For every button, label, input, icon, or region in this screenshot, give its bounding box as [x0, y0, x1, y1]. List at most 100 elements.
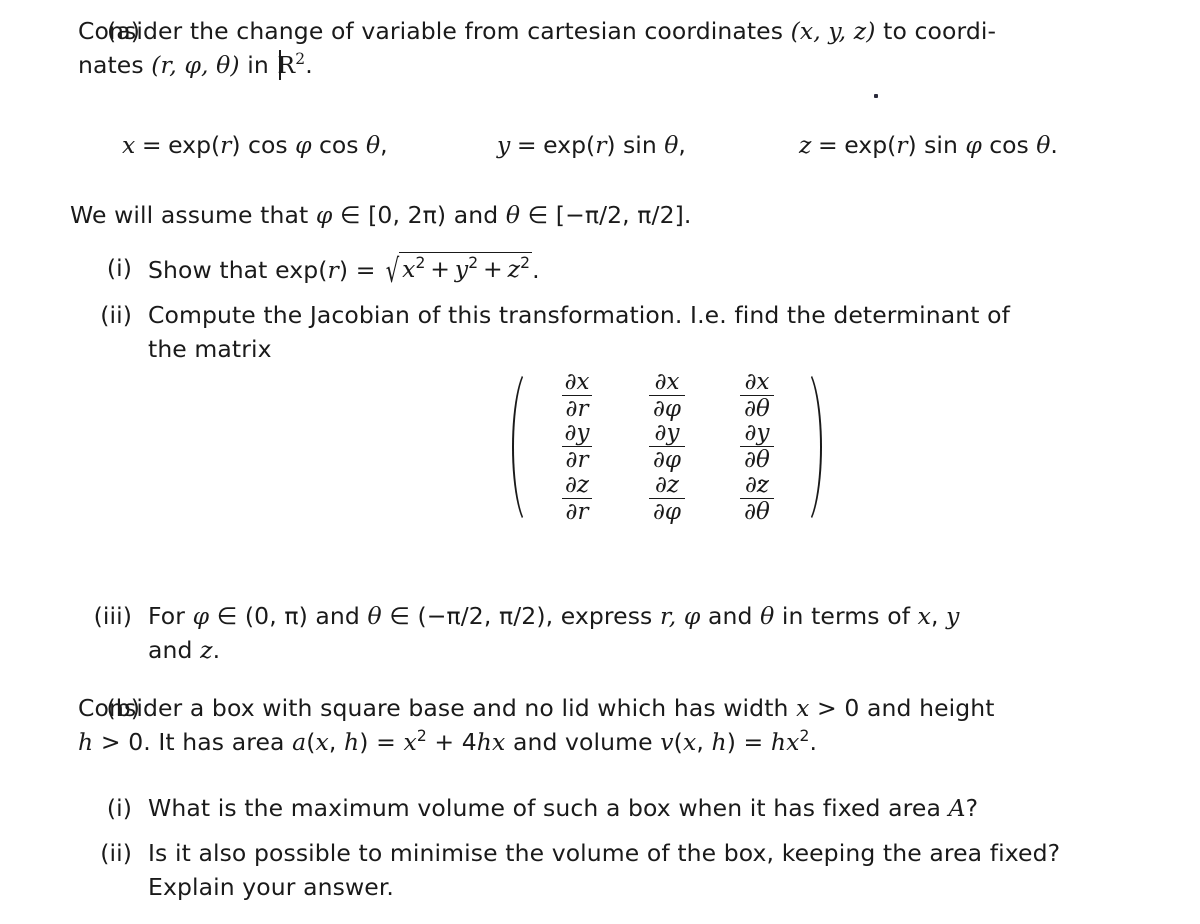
item-b-i: (i) What is the maximum volume of such a…	[107, 793, 1200, 824]
part-b-line-1: Consider a box with square base and no l…	[78, 694, 995, 722]
equation-x-lhs: x	[122, 131, 136, 159]
jacobian-matrix: ∂x ∂r ∂x ∂φ ∂x ∂θ ∂y ∂r ∂y ∂φ ∂y ∂θ ∂z ∂…	[506, 366, 828, 528]
part-a-marker: (a)	[106, 17, 140, 45]
matrix-cell-r3c2: ∂z ∂φ	[628, 471, 706, 524]
part-b-volume-formula: v(x, h) = hx2	[660, 726, 810, 756]
equation-y-equals: =	[516, 131, 537, 159]
item-a-i-var: r	[327, 256, 339, 284]
part-a-cartesian-coords: (x, y, z)	[790, 17, 876, 45]
item-a-ii-marker: (ii)	[100, 301, 132, 329]
document-page: (a) Consider the change of variable from…	[0, 0, 1200, 924]
part-b-area-formula: a(x, h) = x2 + 4hx	[292, 726, 506, 756]
item-a-iii-and: and	[307, 602, 368, 630]
matrix-cell-r2c2: ∂y ∂φ	[628, 420, 706, 473]
item-a-iii-and-2: and	[700, 602, 761, 630]
matrix-cell-r2c1-denominator: ∂r	[561, 446, 593, 473]
assumption-line: We will assume that φ ∈ [0, 2π) and θ ∈ …	[70, 200, 691, 231]
matrix-right-paren	[802, 366, 828, 528]
matrix-cell-r3c3-denominator: ∂θ	[740, 497, 774, 524]
matrix-cell-r2c2-denominator: ∂φ	[649, 446, 685, 473]
item-a-iii-line-1: For φ ∈ (0, π) and θ ∈ (−π/2, π/2), expr…	[148, 601, 1200, 632]
item-a-i-period: .	[532, 256, 540, 284]
assumption-and: and	[446, 201, 506, 229]
equation-x-equals: =	[141, 131, 162, 159]
item-b-ii-marker: (ii)	[100, 839, 132, 867]
part-a-intro-text-2: to coordi-	[875, 17, 997, 45]
assumption-in-1: ∈	[332, 201, 369, 229]
matrix-cell-r1c2: ∂x ∂φ	[628, 370, 706, 421]
equation-z-equals: =	[817, 131, 838, 159]
matrix-cell-r3c1-numerator: ∂z	[564, 471, 589, 498]
matrix-cell-r1c2-denominator: ∂φ	[649, 395, 685, 421]
item-a-iii-theta-2: θ	[760, 602, 775, 630]
item-b-ii-line-1: Is it also possible to minimise the volu…	[148, 839, 1061, 867]
matrix-cell-r1c2-numerator: ∂x	[654, 369, 680, 395]
item-a-iii-theta: θ	[367, 602, 382, 630]
square-root-expression: √ x2 + y2 + z2	[383, 252, 533, 290]
equation-y-lhs: y	[497, 131, 511, 159]
part-a-block: (a) Consider the change of variable from…	[78, 16, 1200, 81]
item-a-iii-in-1: ∈	[209, 602, 245, 630]
part-b-block: (b) Consider a box with square base and …	[78, 693, 1200, 757]
matrix-cell-r3c1-denominator: ∂r	[561, 497, 593, 524]
item-a-i-marker: (i)	[106, 254, 132, 282]
matrix-cell-r3c2-denominator: ∂φ	[649, 497, 685, 524]
part-a-intro-text-5: .	[305, 50, 313, 79]
item-a-ii-line-2: the matrix	[148, 334, 272, 363]
radical-icon: √	[385, 251, 400, 291]
item-a-ii-line-1: Compute the Jacobian of this transformat…	[148, 301, 1010, 329]
matrix-grid: ∂x ∂r ∂x ∂φ ∂x ∂θ ∂y ∂r ∂y ∂φ ∂y ∂θ ∂z ∂…	[532, 366, 802, 528]
item-a-iii-vars: r, φ	[659, 602, 701, 630]
assumption-theta: θ	[505, 201, 521, 229]
equation-x-rhs: exp(r) cos φ cos θ,	[168, 131, 388, 159]
item-a-iii-for: For	[148, 602, 193, 630]
assumption-in-2: ∈	[520, 201, 556, 229]
assumption-period: .	[683, 201, 692, 229]
matrix-cell-r1c1: ∂x ∂r	[538, 370, 616, 421]
item-a-iii-marker: (iii)	[93, 602, 132, 630]
part-a-intro-text-1: Consider the change of variable from car…	[78, 17, 791, 45]
assumption-range-2: [−π/2, π/2]	[555, 201, 684, 229]
equation-y-rhs: exp(r) sin θ,	[543, 131, 686, 159]
matrix-cell-r2c1-numerator: ∂y	[564, 420, 590, 447]
display-equation-z: z = exp(r) sin φ cos θ.	[799, 131, 1058, 159]
matrix-cell-r1c1-denominator: ∂r	[561, 395, 593, 421]
display-equation-y: y = exp(r) sin θ,	[497, 131, 686, 159]
item-b-ii: (ii) Is it also possible to minimise the…	[100, 838, 1200, 902]
matrix-cell-r1c1-numerator: ∂x	[564, 369, 590, 395]
matrix-cell-r3c1: ∂z ∂r	[538, 471, 616, 524]
part-a-intro-text-3: nates	[78, 50, 152, 79]
assumption-range-1: [0, 2π)	[368, 201, 447, 229]
item-a-i: (i) Show that exp(r) = √ x2 + y2 + z2.	[107, 252, 1200, 291]
item-a-i-text-pre: Show that exp(	[148, 256, 328, 284]
matrix-cell-r2c2-numerator: ∂y	[654, 420, 680, 447]
matrix-cell-r1c3-numerator: ∂x	[744, 369, 770, 395]
item-a-iii-in-2: ∈	[381, 602, 418, 630]
item-a-iii: (iii) For φ ∈ (0, π) and θ ∈ (−π/2, π/2)…	[94, 601, 1200, 665]
item-b-i-text: What is the maximum volume of such a box…	[148, 794, 979, 822]
item-a-iii-terms: in terms of x, y	[774, 602, 960, 630]
radicand: x2 + y2 + z2	[399, 252, 533, 285]
part-b-marker: (b)	[106, 694, 140, 722]
item-a-iii-range-1: (0, π)	[244, 602, 308, 630]
matrix-cell-r2c1: ∂y ∂r	[538, 420, 616, 473]
matrix-cell-r1c3: ∂x ∂θ	[718, 370, 796, 421]
item-a-i-text: Show that exp(r) = √ x2 + y2 + z2.	[148, 252, 1200, 291]
part-a-intro-text-4: in	[239, 50, 277, 79]
stray-dot-artifact	[874, 94, 878, 98]
part-a-new-coords: (r, φ, θ)	[151, 50, 240, 79]
display-equation-row: x = exp(r) cos φ cos θ,	[122, 131, 388, 159]
matrix-cell-r1c3-denominator: ∂θ	[740, 395, 774, 421]
blackboard-r-symbol: R2	[276, 49, 305, 81]
matrix-cell-r3c2-numerator: ∂z	[654, 471, 679, 498]
item-a-iii-express: , express	[545, 602, 660, 630]
assumption-prefix: We will assume that	[70, 201, 316, 229]
part-a-intro: Consider the change of variable from car…	[78, 16, 1166, 81]
item-b-i-marker: (i)	[106, 794, 132, 822]
item-b-ii-line-2: Explain your answer.	[148, 872, 394, 901]
item-a-i-text-mid: ) =	[338, 256, 384, 284]
item-a-iii-phi: φ	[192, 602, 210, 630]
matrix-cell-r2c3-numerator: ∂y	[744, 420, 770, 447]
part-b-line-2: h > 0. It has area a(x, h) = x2 + 4hx an…	[78, 726, 818, 756]
matrix-left-paren	[506, 366, 532, 528]
